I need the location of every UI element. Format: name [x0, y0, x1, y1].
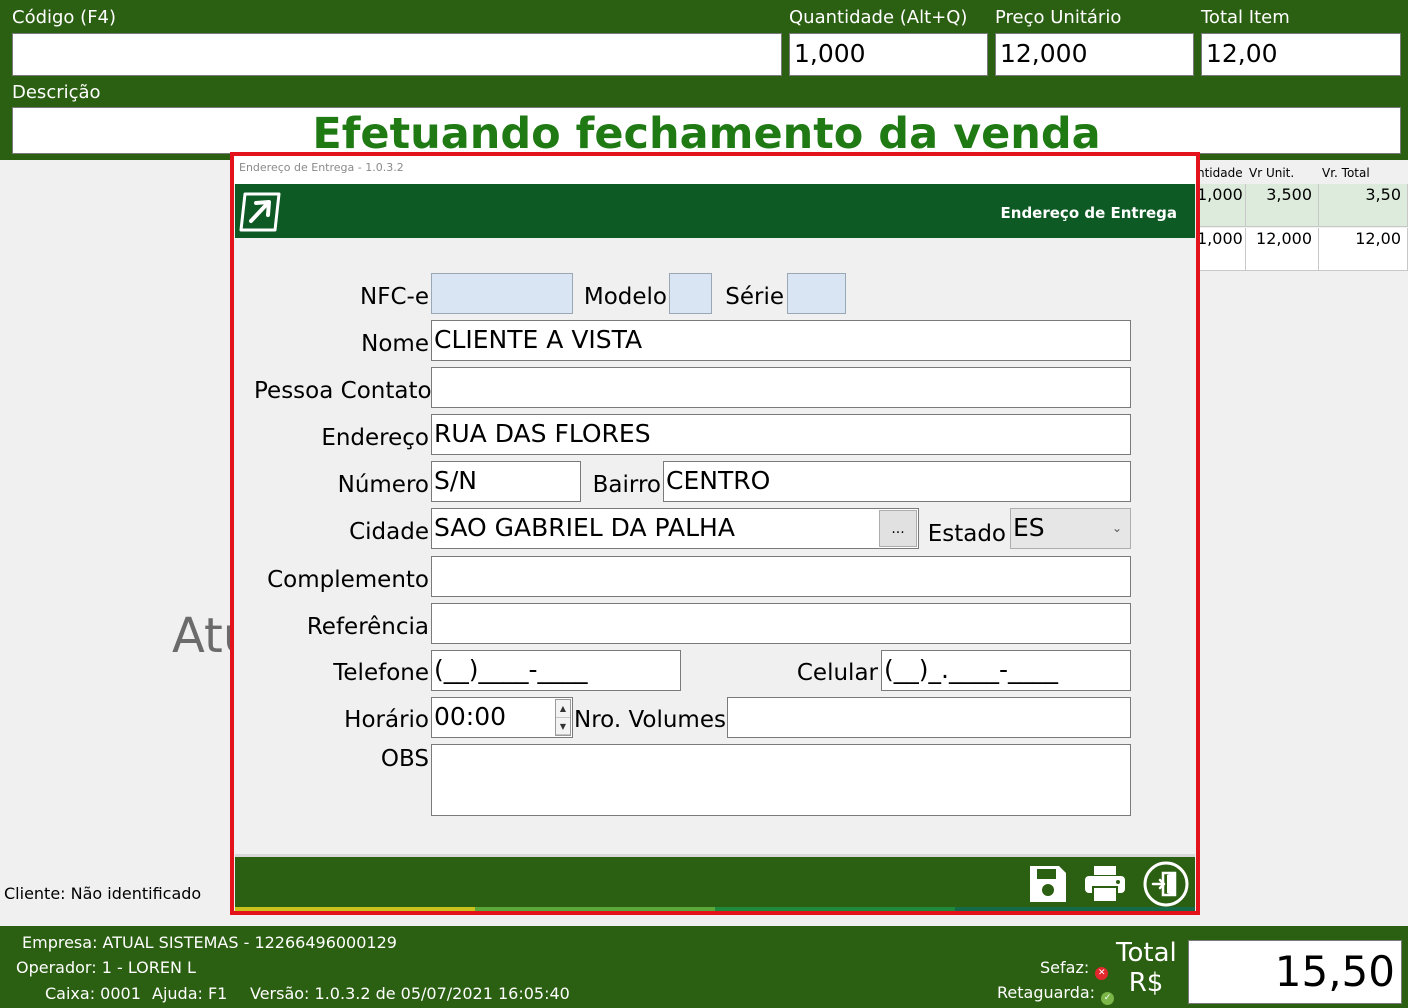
footer-color-stripe: [235, 907, 1195, 911]
grid-cell[interactable]: 1,000: [1197, 184, 1246, 227]
endereco-input[interactable]: RUA DAS FLORES: [431, 414, 1131, 455]
dialog-header-title: Endereço de Entrega: [1000, 204, 1177, 222]
save-icon[interactable]: [1026, 863, 1070, 905]
modelo-input[interactable]: [669, 273, 712, 314]
total-item-input[interactable]: 12,00: [1201, 33, 1401, 76]
descricao-label: Descrição: [12, 82, 101, 103]
grid-cell[interactable]: 3,50: [1319, 184, 1408, 227]
nfce-label: NFC-e: [360, 284, 429, 310]
codigo-input[interactable]: [12, 33, 782, 76]
spin-up-icon[interactable]: ▲: [556, 700, 570, 718]
ajuda-info: Ajuda: F1: [152, 984, 228, 1003]
cidade-input[interactable]: SAO GABRIEL DA PALHA ...: [431, 508, 919, 549]
total-label: Total R$: [1116, 938, 1177, 998]
preco-unitario-input[interactable]: 12,000: [995, 33, 1194, 76]
horario-input[interactable]: 00:00 ▲ ▼: [431, 697, 573, 738]
cidade-label: Cidade: [349, 519, 429, 545]
telefone-input[interactable]: (__)____-____: [431, 650, 681, 691]
bairro-input[interactable]: CENTRO: [663, 461, 1131, 502]
total-label-currency: R$: [1128, 968, 1164, 998]
celular-input[interactable]: (__)_.____-____: [881, 650, 1131, 691]
chevron-down-icon: ⌄: [1111, 521, 1122, 535]
item-entry-header: Código (F4) Quantidade (Alt+Q) 1,000 Pre…: [0, 0, 1408, 160]
cidade-value: SAO GABRIEL DA PALHA: [434, 513, 735, 542]
sefaz-label: Sefaz:: [1040, 958, 1090, 977]
atual-logo-icon: [239, 192, 281, 232]
telefone-label: Telefone: [333, 660, 429, 686]
codigo-label: Código (F4): [12, 7, 117, 28]
numero-label: Número: [337, 472, 429, 498]
total-label-line1: Total: [1116, 938, 1177, 968]
delivery-address-dialog: Endereço de Entrega - 1.0.3.2 Endereço d…: [230, 152, 1200, 915]
grid-cell[interactable]: 3,500: [1246, 184, 1319, 227]
error-status-icon: ✕: [1095, 967, 1109, 980]
pessoa-contato-input[interactable]: [431, 367, 1131, 408]
estado-label: Estado: [927, 521, 1006, 547]
grid-cell[interactable]: 12,00: [1319, 228, 1408, 271]
horario-label: Horário: [344, 707, 429, 733]
quantidade-label: Quantidade (Alt+Q): [789, 7, 968, 28]
status-footer: Empresa: ATUAL SISTEMAS - 12266496000129…: [0, 926, 1408, 1008]
grid-header-vr-unit: Vr Unit.: [1249, 166, 1295, 180]
grid-cell[interactable]: 12,000: [1246, 228, 1319, 271]
bairro-label: Bairro: [592, 472, 661, 498]
celular-label: Celular: [796, 660, 878, 686]
grid-header-quantidade: ntidade: [1197, 166, 1243, 180]
dialog-header: Endereço de Entrega: [235, 184, 1195, 238]
operador-info: Operador: 1 - LOREN L: [16, 958, 196, 977]
nome-label: Nome: [361, 331, 429, 357]
preco-unitario-label: Preço Unitário: [995, 7, 1122, 28]
estado-select[interactable]: ES ⌄: [1010, 508, 1131, 549]
descricao-field: Efetuando fechamento da venda: [12, 107, 1401, 154]
quantidade-input[interactable]: 1,000: [789, 33, 988, 76]
print-icon[interactable]: [1083, 863, 1127, 905]
grid-header-vr-total: Vr. Total: [1322, 166, 1370, 180]
dialog-window-title: Endereço de Entrega - 1.0.3.2: [239, 161, 404, 174]
ok-status-icon: ✓: [1101, 992, 1115, 1005]
closing-sale-banner: Efetuando fechamento da venda: [312, 109, 1101, 154]
obs-label: OBS: [380, 746, 429, 772]
total-value: 15,50: [1188, 940, 1402, 1004]
volumes-label: Nro. Volumes: [574, 707, 726, 733]
modelo-label: Modelo: [583, 284, 667, 310]
referencia-input[interactable]: [431, 603, 1131, 644]
horario-value: 00:00: [434, 702, 507, 731]
retaguarda-label: Retaguarda:: [997, 983, 1096, 1002]
endereco-label: Endereço: [321, 425, 429, 451]
pessoa-contato-label: Pessoa Contato: [254, 378, 432, 404]
retaguarda-status: Retaguarda: ✓: [997, 983, 1115, 1005]
empresa-info: Empresa: ATUAL SISTEMAS - 12266496000129: [22, 933, 397, 952]
grid-cell[interactable]: 1,000: [1197, 228, 1246, 271]
nfce-input[interactable]: [431, 273, 573, 314]
dialog-footer: [235, 854, 1195, 907]
exit-icon[interactable]: [1143, 861, 1189, 907]
caixa-info: Caixa: 0001: [45, 984, 141, 1003]
versao-info: Versão: 1.0.3.2 de 05/07/2021 16:05:40: [250, 984, 570, 1003]
serie-label: Série: [725, 284, 784, 310]
dialog-titlebar[interactable]: Endereço de Entrega - 1.0.3.2: [234, 156, 1196, 184]
spin-down-icon[interactable]: ▼: [556, 718, 570, 735]
complemento-label: Complemento: [267, 567, 429, 593]
volumes-input[interactable]: [727, 697, 1131, 738]
obs-textarea[interactable]: [431, 744, 1131, 816]
cliente-status: Cliente: Não identificado: [4, 884, 202, 903]
horario-spinner[interactable]: ▲ ▼: [555, 699, 571, 736]
numero-input[interactable]: S/N: [431, 461, 581, 502]
total-item-label: Total Item: [1201, 7, 1290, 28]
referencia-label: Referência: [306, 614, 429, 640]
nome-input[interactable]: CLIENTE A VISTA: [431, 320, 1131, 361]
estado-value: ES: [1013, 513, 1045, 542]
cidade-search-button[interactable]: ...: [879, 510, 917, 547]
complemento-input[interactable]: [431, 556, 1131, 597]
sefaz-status: Sefaz: ✕: [1040, 958, 1109, 980]
serie-input[interactable]: [787, 273, 846, 314]
